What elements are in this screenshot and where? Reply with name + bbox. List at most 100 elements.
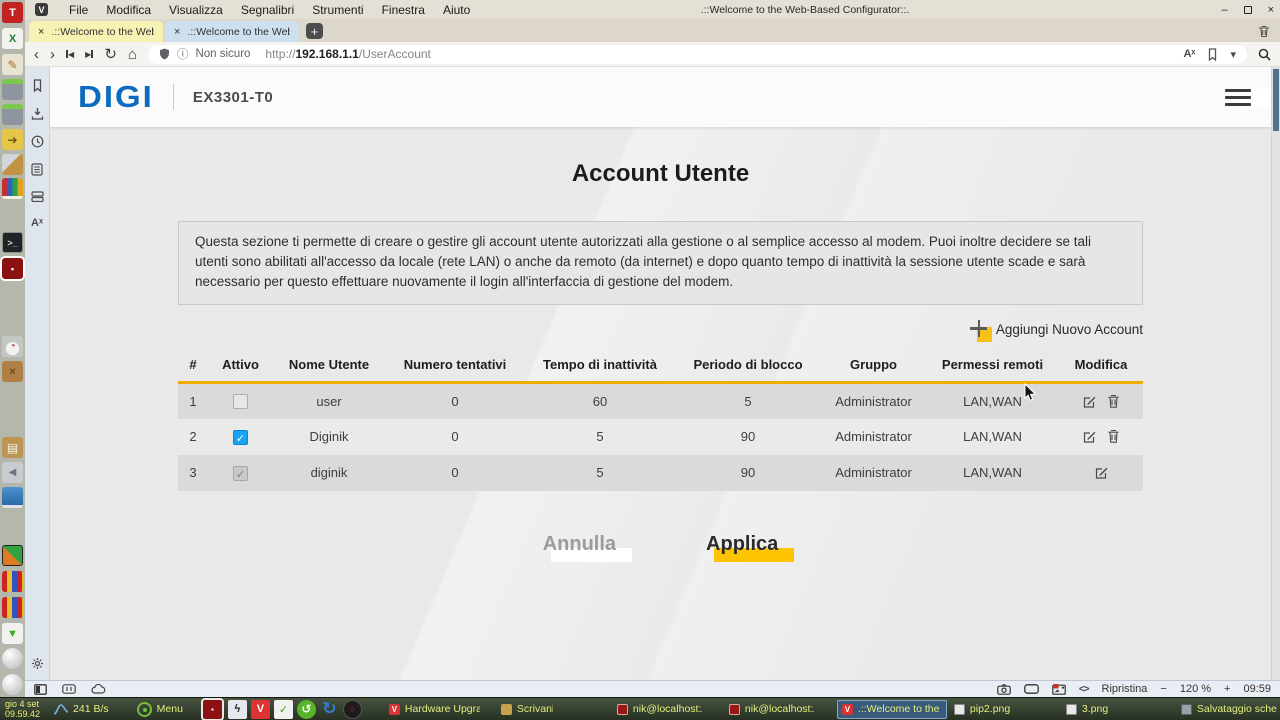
tab-close-icon[interactable]: × [174, 26, 180, 38]
chevron-down-icon[interactable]: ▾ [1230, 48, 1236, 61]
dock-pencils-icon[interactable] [2, 571, 23, 592]
sync-cloud-icon[interactable] [91, 684, 106, 694]
translate-panel-icon[interactable]: Aˣ [31, 217, 43, 229]
menu-visualizza[interactable]: Visualizza [160, 3, 232, 17]
applications-menu-button[interactable]: Menu [131, 701, 189, 717]
url-field[interactable]: ⓘ Non sicuro http://192.168.1.1/UserAcco… [147, 44, 1247, 64]
cards-panel-icon[interactable] [30, 191, 44, 202]
zoom-out-button[interactable]: − [1160, 683, 1166, 695]
hamburger-menu-icon[interactable] [1225, 88, 1270, 107]
cancel-button[interactable]: Annulla [541, 533, 633, 562]
panel-toggle-icon[interactable] [34, 683, 47, 695]
taskbar-window-salvataggio[interactable]: Salvataggio scher... [1176, 700, 1280, 719]
active-checkbox[interactable] [233, 465, 248, 481]
tab-active[interactable]: × .::Welcome to the Web-Ba [29, 21, 163, 42]
reading-list-panel-icon[interactable] [31, 163, 43, 176]
new-tab-button[interactable]: + [306, 23, 323, 39]
menu-strumenti[interactable]: Strumenti [303, 3, 372, 17]
scrollbar-thumb[interactable] [1273, 69, 1279, 131]
vivaldi-logo-icon[interactable]: V [35, 3, 48, 16]
menu-file[interactable]: File [60, 3, 97, 17]
taskbar-window-welcome-active[interactable]: V .::Welcome to the ... [836, 699, 947, 719]
dock-stats-book-icon[interactable] [2, 178, 23, 199]
launcher-power-icon[interactable] [342, 699, 362, 719]
dock-terminal-icon[interactable] [2, 232, 23, 253]
delete-icon[interactable] [1107, 429, 1120, 444]
active-checkbox[interactable] [233, 429, 248, 445]
dock-media-app-icon[interactable] [2, 545, 23, 566]
zoom-in-button[interactable]: + [1224, 683, 1230, 695]
menu-finestra[interactable]: Finestra [373, 3, 434, 17]
taskbar-window-pip2[interactable]: pip2.png [949, 700, 1040, 719]
dock-calculator-icon[interactable] [2, 79, 23, 100]
menu-modifica[interactable]: Modifica [97, 3, 160, 17]
content-scrollbar[interactable] [1271, 67, 1280, 680]
dock-cleaner-icon[interactable] [2, 154, 23, 175]
taskbar-window-terminal-1[interactable]: nik@localhost:/uni... [612, 700, 707, 719]
search-icon[interactable] [1258, 48, 1271, 61]
delete-icon[interactable] [1107, 394, 1120, 409]
edit-icon[interactable] [1082, 429, 1097, 444]
dock-clipboard-icon[interactable] [2, 437, 23, 458]
images-toggle-icon[interactable] [1052, 683, 1066, 695]
taskbar-window-hardware-upgrade[interactable]: VHardware Upgrad... [384, 700, 485, 719]
fast-forward-button[interactable]: ▶ [85, 50, 94, 59]
dock-notes-icon[interactable] [2, 54, 23, 75]
dock-sphere-2-icon[interactable] [2, 674, 23, 695]
dock-sphere-icon[interactable] [2, 648, 23, 669]
back-button[interactable]: ‹ [34, 47, 39, 62]
taskbar-window-scrivania[interactable]: Scrivania [496, 700, 558, 719]
dock-spreadsheet-icon[interactable] [2, 28, 23, 49]
menu-aiuto[interactable]: Aiuto [434, 3, 479, 17]
launcher-vivaldi-icon[interactable] [250, 699, 270, 719]
dock-red-package-active-icon[interactable] [2, 258, 23, 279]
bookmark-icon[interactable] [1207, 47, 1218, 61]
bookmarks-panel-icon[interactable] [32, 79, 43, 92]
dock-pencils-2-icon[interactable] [2, 597, 23, 618]
taskbar-window-3png[interactable]: 3.png [1061, 700, 1146, 719]
forward-button[interactable]: › [50, 47, 55, 62]
taskbar-clock[interactable]: gio 4 set 09.59.42 [0, 699, 45, 719]
dock-folder-shortcut-icon[interactable] [2, 129, 23, 150]
dock-calculator-2-icon[interactable] [2, 104, 23, 125]
launcher-red-terminal-icon[interactable] [202, 699, 222, 719]
home-button[interactable]: ⌂ [128, 47, 137, 62]
menu-segnalibri[interactable]: Segnalibri [232, 3, 303, 17]
capture-camera-icon[interactable] [997, 683, 1011, 695]
tab-close-icon[interactable]: × [38, 26, 44, 38]
edit-icon[interactable] [1094, 465, 1109, 480]
reader-view-icon[interactable]: Aˣ [1183, 48, 1195, 60]
downloads-panel-icon[interactable] [31, 107, 44, 120]
history-panel-icon[interactable] [31, 135, 44, 148]
launcher-tasks-check-icon[interactable] [273, 699, 293, 719]
launcher-sync-icon[interactable] [296, 699, 316, 719]
launcher-compare-windows-icon[interactable] [227, 699, 247, 719]
page-actions-window-icon[interactable] [1023, 684, 1039, 694]
panel-settings-gear-icon[interactable] [31, 657, 44, 670]
dock-package-icon[interactable] [2, 361, 23, 382]
tiling-icon[interactable] [62, 684, 76, 694]
maximize-button[interactable] [1243, 5, 1252, 14]
dock-audio-icon[interactable] [2, 462, 23, 483]
launcher-reload-icon[interactable] [320, 700, 339, 719]
dock-system-monitor-icon[interactable] [2, 336, 23, 357]
dock-network-icon[interactable] [2, 487, 23, 508]
active-checkbox[interactable] [233, 394, 248, 410]
taskbar-window-terminal-2[interactable]: nik@localhost:/uni... [724, 700, 819, 719]
apply-button[interactable]: Applica [704, 533, 795, 562]
tab-inactive[interactable]: × .::Welcome to the Web-Ba [165, 21, 299, 42]
reset-zoom-button[interactable]: Ripristina [1102, 683, 1148, 695]
rewind-button[interactable]: ◀ [66, 50, 74, 59]
close-button[interactable]: × [1268, 4, 1274, 16]
info-icon[interactable]: ⓘ [177, 46, 189, 62]
edit-icon[interactable] [1082, 394, 1097, 409]
tab-label: .::Welcome to the Web-Ba [51, 25, 154, 38]
reload-button[interactable]: ↻ [104, 47, 117, 62]
add-account-link[interactable]: Aggiungi Nuovo Account [969, 320, 1143, 342]
dock-downloader-icon[interactable] [2, 623, 23, 644]
page-source-icon[interactable]: <> [1079, 684, 1090, 695]
minimize-button[interactable]: – [1221, 4, 1227, 16]
network-monitor[interactable]: 241 B/s [53, 703, 109, 716]
dock-texstudio-icon[interactable] [2, 2, 23, 23]
closed-tabs-trash-icon[interactable] [1258, 25, 1270, 38]
